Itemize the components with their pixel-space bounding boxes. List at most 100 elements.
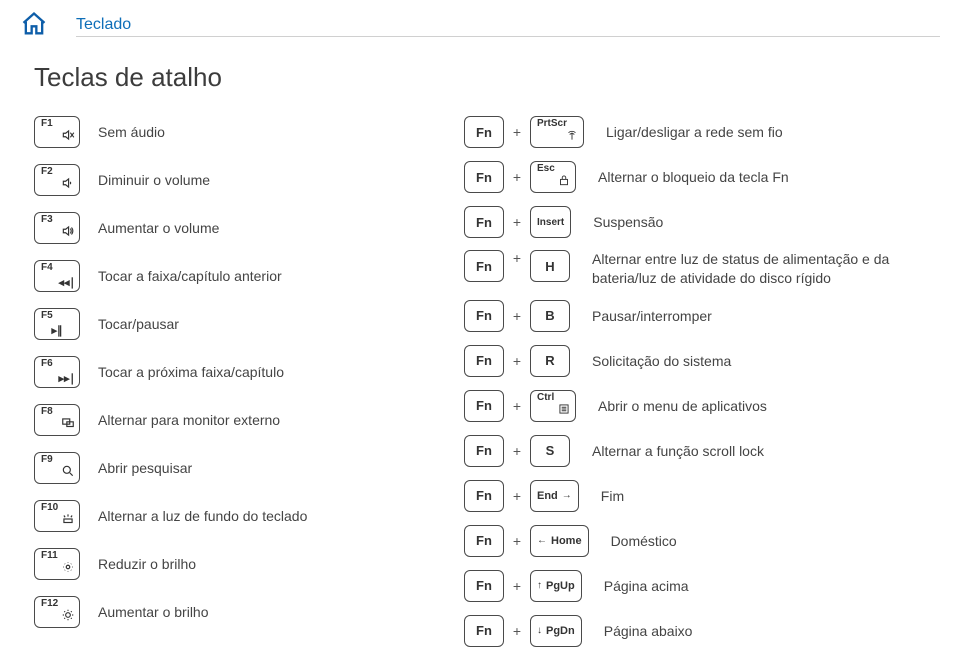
key-prtscr: PrtScr	[530, 116, 584, 148]
shortcut-row: F1 Sem áudio	[34, 115, 414, 149]
shortcut-row: Fn + B Pausar/interromper	[464, 299, 934, 333]
plus-icon: +	[512, 533, 522, 549]
breadcrumb[interactable]: Teclado	[76, 16, 940, 37]
page-title: Teclas de atalho	[34, 62, 940, 93]
key-f11: F11	[34, 548, 80, 580]
arrow-up-icon: ↑	[537, 580, 542, 591]
col-right: Fn + PrtScr Ligar/desligar a rede sem fi…	[464, 115, 934, 659]
shortcut-desc: Alternar o bloqueio da tecla Fn	[598, 169, 789, 185]
key-fn: Fn	[464, 161, 504, 193]
key-pgdn: ↓ PgDn	[530, 615, 582, 647]
shortcut-desc: Suspensão	[593, 214, 663, 230]
fn-lock-icon	[557, 173, 571, 190]
key-f3: F3	[34, 212, 80, 244]
shortcut-row: F5 ▸∥ Tocar/pausar	[34, 307, 414, 341]
shortcut-desc: Página acima	[604, 578, 689, 594]
shortcut-row: F12 Aumentar o brilho	[34, 595, 414, 629]
shortcut-row: Fn + Ctrl Abrir o menu de aplicativos	[464, 389, 934, 423]
key-label: F6	[41, 359, 53, 369]
plus-icon: +	[512, 488, 522, 504]
key-end: End →	[530, 480, 579, 512]
key-label: PgUp	[546, 580, 575, 592]
arrow-left-icon: ←	[537, 535, 547, 546]
key-label: F1	[41, 119, 53, 129]
shortcut-desc: Diminuir o volume	[98, 172, 210, 188]
shortcut-row: F10 Alternar a luz de fundo do teclado	[34, 499, 414, 533]
key-label: Home	[551, 535, 582, 547]
key-label: PgDn	[546, 625, 575, 637]
play-pause-icon: ▸∥	[35, 326, 79, 337]
plus-icon: +	[512, 250, 522, 266]
key-f12: F12	[34, 596, 80, 628]
key-f4: F4 ◂◂∣	[34, 260, 80, 292]
arrow-right-icon: →	[562, 490, 572, 501]
key-fn: Fn	[464, 570, 504, 602]
home-icon[interactable]	[20, 10, 48, 38]
menu-icon	[557, 402, 571, 419]
shortcut-desc: Tocar a próxima faixa/capítulo	[98, 364, 284, 380]
shortcut-desc: Página abaixo	[604, 623, 693, 639]
shortcut-row: Fn + ↑ PgUp Página acima	[464, 569, 934, 603]
key-fn: Fn	[464, 480, 504, 512]
key-label: F4	[41, 263, 53, 273]
shortcut-row: Fn + S Alternar a função scroll lock	[464, 434, 934, 468]
shortcut-row: Fn + End → Fim	[464, 479, 934, 513]
key-label: F10	[41, 503, 58, 513]
shortcut-desc: Doméstico	[611, 533, 677, 549]
shortcut-row: Fn + ↓ PgDn Página abaixo	[464, 614, 934, 648]
shortcut-desc: Aumentar o volume	[98, 220, 219, 236]
plus-icon: +	[512, 578, 522, 594]
prev-track-icon: ◂◂∣	[58, 278, 75, 289]
plus-icon: +	[512, 443, 522, 459]
shortcut-row: F2 Diminuir o volume	[34, 163, 414, 197]
wireless-icon	[565, 128, 579, 145]
brightness-down-icon	[61, 560, 75, 577]
key-f1: F1	[34, 116, 80, 148]
shortcut-desc: Alternar entre luz de status de alimenta…	[592, 250, 934, 288]
key-fn: Fn	[464, 345, 504, 377]
arrow-down-icon: ↓	[537, 625, 542, 636]
plus-icon: +	[512, 308, 522, 324]
key-label: PrtScr	[537, 119, 567, 129]
key-fn: Fn	[464, 615, 504, 647]
shortcut-desc: Solicitação do sistema	[592, 353, 731, 369]
shortcut-desc: Alternar para monitor externo	[98, 412, 280, 428]
key-label: F5	[41, 311, 53, 321]
shortcut-desc: Abrir o menu de aplicativos	[598, 398, 767, 414]
key-f2: F2	[34, 164, 80, 196]
key-insert: Insert	[530, 206, 571, 238]
topbar: Teclado	[20, 10, 940, 38]
key-f8: F8	[34, 404, 80, 436]
shortcut-desc: Aumentar o brilho	[98, 604, 209, 620]
shortcut-desc: Sem áudio	[98, 124, 165, 140]
keyboard-backlight-icon	[61, 512, 75, 529]
key-label: F9	[41, 455, 53, 465]
key-pgup: ↑ PgUp	[530, 570, 582, 602]
key-fn: Fn	[464, 525, 504, 557]
shortcut-row: F6 ▸▸∣ Tocar a próxima faixa/capítulo	[34, 355, 414, 389]
key-label: Ctrl	[537, 393, 554, 403]
volume-down-icon	[61, 176, 75, 193]
key-label: F2	[41, 167, 53, 177]
shortcut-desc: Alternar a luz de fundo do teclado	[98, 508, 307, 524]
shortcut-row: F9 Abrir pesquisar	[34, 451, 414, 485]
search-icon	[61, 464, 75, 481]
shortcut-row: Fn + PrtScr Ligar/desligar a rede sem fi…	[464, 115, 934, 149]
key-fn: Fn	[464, 116, 504, 148]
shortcut-columns: F1 Sem áudio F2 Diminuir o volume F3	[20, 115, 940, 659]
key-r: R	[530, 345, 570, 377]
shortcut-desc: Abrir pesquisar	[98, 460, 192, 476]
key-ctrl: Ctrl	[530, 390, 576, 422]
brightness-up-icon	[61, 608, 75, 625]
key-f5: F5 ▸∥	[34, 308, 80, 340]
key-label: F8	[41, 407, 53, 417]
key-fn: Fn	[464, 390, 504, 422]
plus-icon: +	[512, 124, 522, 140]
shortcut-row: Fn + Esc Alternar o bloqueio da tecla Fn	[464, 160, 934, 194]
shortcut-row: F11 Reduzir o brilho	[34, 547, 414, 581]
key-fn: Fn	[464, 435, 504, 467]
volume-up-icon	[61, 224, 75, 241]
plus-icon: +	[512, 353, 522, 369]
shortcut-row: Fn + H Alternar entre luz de status de a…	[464, 250, 934, 288]
key-label: F11	[41, 551, 58, 561]
